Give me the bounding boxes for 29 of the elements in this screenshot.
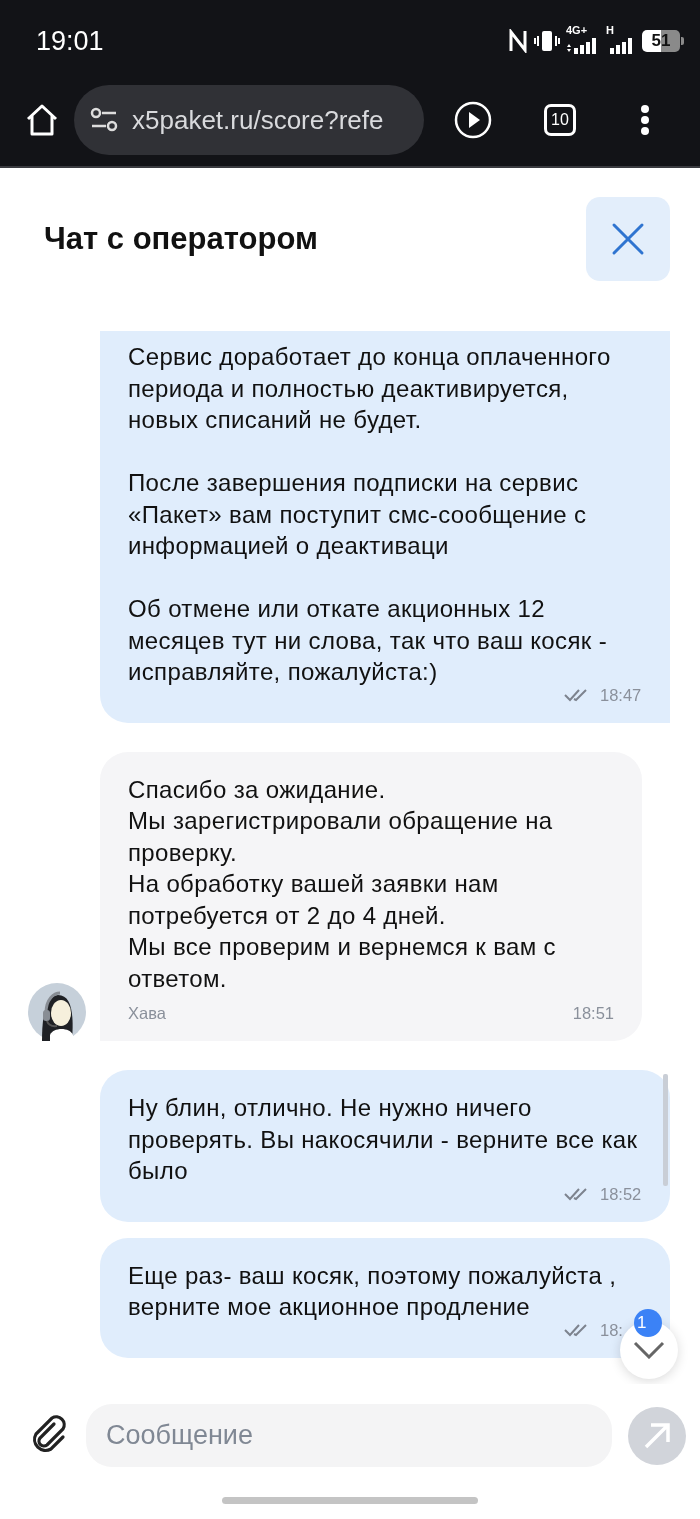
message-text: Сервис доработает до конца оплаченного периода и полностью деактивируется, новых списаний не будет. После завершения подписки на сервис «Пакет» вам поступит смс-сообщение с информацией о деактиваци Об отмене или откате акционных 12 месяцев тут ни слова, так что ваш косяк - исправляйте, пожалуйста:) [128,342,612,687]
network-label: 4G+ [566,24,588,36]
message-input[interactable]: Сообщение [86,1404,612,1467]
scrollbar[interactable] [663,1074,668,1186]
arrow-icon [642,1420,672,1451]
chat-title: Чат с оператором [44,221,318,257]
message-text: Еще раз- ваш косяк, поэтому пожалуйста , верните мое акционное продление [128,1260,618,1322]
tab-switcher-button[interactable]: 10 [544,104,576,136]
message-text: Спасибо за ожидание. Мы зарегистрировали обращение на проверку. На обработку вашей заявки нам потребуется от 2 до 4 дней. Мы все проверим и вернемся к вам с ответом. [128,774,557,994]
close-button[interactable] [586,197,670,281]
message-time: 18:51 [572,1004,614,1023]
message-time: 18:47 [600,685,642,705]
clock-time: 19:01 [36,25,105,57]
nfc-icon [508,29,528,53]
message-time: 18:52 [600,1184,642,1204]
chevron-down-icon [633,1341,665,1359]
sender-name: Хава [128,1004,166,1023]
message-time: 18: [600,1320,624,1340]
address-bar[interactable]: x5paket.ru/score?refe [74,85,424,155]
home-button[interactable] [24,103,60,137]
message-text: Ну блин, отлично. Не нужно ничего проверять. Вы накосячили - верните все как было [128,1093,639,1186]
play-button[interactable] [454,101,492,139]
operator-avatar [28,983,86,1041]
site-settings-icon[interactable] [90,107,118,133]
url-text: x5paket.ru/score?refe [132,104,384,136]
vibrate-icon [534,30,560,52]
network-label: H [606,24,614,36]
close-icon [611,222,645,256]
menu-button[interactable] [640,104,650,136]
